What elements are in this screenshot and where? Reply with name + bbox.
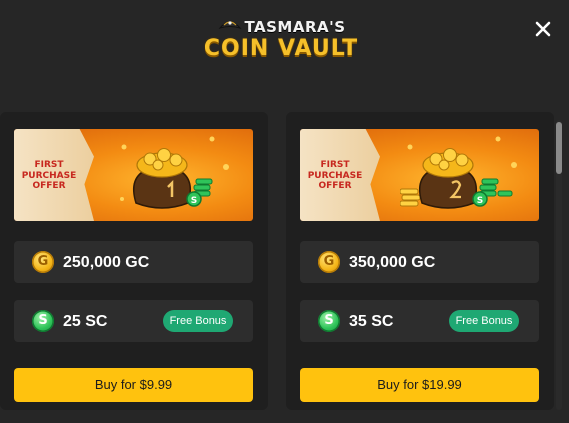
banner-line-1: FIRST bbox=[34, 160, 64, 170]
banner-text: FIRST PURCHASE OFFER bbox=[18, 160, 80, 192]
coin-sack-illustration: S bbox=[120, 136, 229, 209]
package-list: FIRST PURCHASE OFFER S G 250,000 GC S 25… bbox=[0, 112, 569, 423]
package-card: FIRST PURCHASE OFFER S G 350,000 GC S 35… bbox=[286, 112, 554, 410]
gold-coin-icon: G bbox=[32, 251, 54, 273]
sweeps-coin-icon: S bbox=[318, 310, 340, 332]
free-bonus-badge: Free Bonus bbox=[449, 310, 519, 332]
first-purchase-banner: FIRST PURCHASE OFFER S bbox=[14, 129, 253, 221]
banner-line-3: OFFER bbox=[318, 181, 352, 191]
banner-text: FIRST PURCHASE OFFER bbox=[304, 160, 366, 192]
gold-coin-row: G 250,000 GC bbox=[14, 241, 253, 283]
banner-line-2: PURCHASE bbox=[21, 170, 77, 181]
gold-coin-icon: G bbox=[318, 251, 340, 273]
coin-vault-logo: TASMARA'S COIN VAULT bbox=[192, 14, 368, 64]
svg-text:S: S bbox=[477, 196, 483, 206]
vertical-scrollbar[interactable] bbox=[556, 120, 562, 410]
scrollbar-thumb[interactable] bbox=[556, 122, 562, 174]
free-bonus-badge: Free Bonus bbox=[163, 310, 233, 332]
logo-line-1: TASMARA'S bbox=[244, 18, 346, 36]
gold-coin-amount: 350,000 GC bbox=[349, 254, 436, 271]
banner-line-2: PURCHASE bbox=[307, 170, 363, 181]
sweeps-coin-row: S 35 SC Free Bonus bbox=[300, 300, 539, 342]
svg-text:S: S bbox=[191, 196, 197, 206]
modal-header: TASMARA'S COIN VAULT bbox=[0, 0, 569, 80]
buy-button[interactable]: Buy for $19.99 bbox=[300, 368, 539, 402]
sweeps-coin-row: S 25 SC Free Bonus bbox=[14, 300, 253, 342]
close-button[interactable] bbox=[532, 18, 554, 40]
gold-coin-amount: 250,000 GC bbox=[63, 254, 150, 271]
first-purchase-banner: FIRST PURCHASE OFFER S bbox=[300, 129, 539, 221]
package-card: FIRST PURCHASE OFFER S G 250,000 GC S 25… bbox=[0, 112, 268, 410]
close-icon bbox=[535, 21, 551, 37]
sweeps-coin-icon: S bbox=[32, 310, 54, 332]
coin-sack-illustration: S bbox=[400, 136, 517, 209]
banner-line-3: OFFER bbox=[32, 181, 66, 191]
buy-button[interactable]: Buy for $9.99 bbox=[14, 368, 253, 402]
logo-line-2: COIN VAULT bbox=[203, 36, 359, 61]
banner-line-1: FIRST bbox=[320, 160, 350, 170]
sweeps-coin-amount: 35 SC bbox=[349, 313, 394, 330]
gold-coin-row: G 350,000 GC bbox=[300, 241, 539, 283]
sweeps-coin-amount: 25 SC bbox=[63, 313, 108, 330]
